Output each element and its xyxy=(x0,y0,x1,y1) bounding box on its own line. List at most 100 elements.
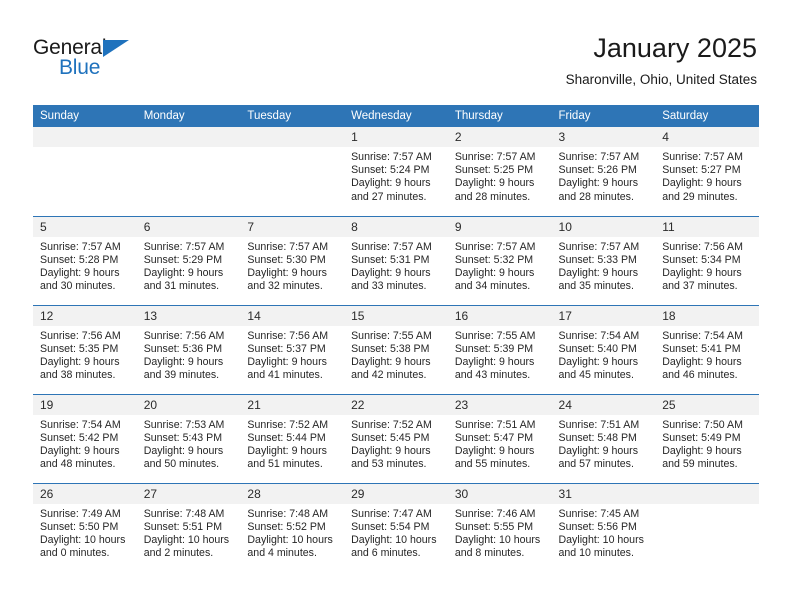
daylight-text-line2: and 37 minutes. xyxy=(662,280,738,293)
daylight-text-line1: Daylight: 9 hours xyxy=(143,355,224,368)
daylight-text-line1: Daylight: 9 hours xyxy=(454,355,535,368)
calendar-day-cell[interactable]: 15 Sunrise: 7:55 AM Sunset: 5:38 PM Dayligh… xyxy=(344,304,448,394)
daylight-text-line2: and 33 minutes. xyxy=(351,280,427,293)
day-details: Sunrise: 7:51 AM Sunset: 5:48 PM Daylight:… xyxy=(552,415,656,472)
calendar-day-cell[interactable]: 18 Sunrise: 7:54 AM Sunset: 5:41 PM Dayligh… xyxy=(655,304,759,394)
sunset-text: Sunset: 5:29 PM xyxy=(143,253,223,266)
day-number: 7 xyxy=(240,216,345,237)
calendar-day-cell[interactable]: 30 Sunrise: 7:46 AM Sunset: 5:55 PM Dayligh… xyxy=(447,482,552,572)
daylight-text-line1: Daylight: 9 hours xyxy=(558,444,639,457)
day-number: 17 xyxy=(551,305,656,326)
daylight-text-line2: and 4 minutes. xyxy=(247,547,317,560)
calendar-day-cell[interactable]: 21 Sunrise: 7:52 AM Sunset: 5:44 PM Dayligh… xyxy=(240,393,345,483)
sunset-text: Sunset: 5:26 PM xyxy=(558,164,637,177)
daylight-text-line2: and 31 minutes. xyxy=(143,280,220,293)
daylight-text-line2: and 41 minutes. xyxy=(247,369,323,382)
sunset-text: Sunset: 5:40 PM xyxy=(558,342,637,355)
day-details: Sunrise: 7:55 AM Sunset: 5:38 PM Daylight:… xyxy=(344,326,448,383)
sunrise-text: Sunrise: 7:57 AM xyxy=(558,151,640,163)
sunrise-text: Sunrise: 7:47 AM xyxy=(351,507,432,520)
day-details: Sunrise: 7:55 AM Sunset: 5:39 PM Daylight:… xyxy=(448,326,552,383)
daylight-text-line1: Daylight: 9 hours xyxy=(40,266,120,279)
day-details: Sunrise: 7:45 AM Sunset: 5:56 PM Daylight:… xyxy=(552,504,656,561)
calendar-day-cell[interactable]: 5 Sunrise: 7:57 AM Sunset: 5:28 PM Daylight… xyxy=(33,215,137,305)
daylight-text-line1: Daylight: 10 hours xyxy=(143,533,230,546)
daylight-text-line1: Daylight: 10 hours xyxy=(454,533,541,546)
calendar-day-cell[interactable]: 4 Sunrise: 7:57 AM Sunset: 5:27 PM Daylight… xyxy=(655,127,759,216)
daylight-text-line2: and 28 minutes. xyxy=(558,190,634,203)
daylight-text-line2: and 43 minutes. xyxy=(454,369,531,382)
calendar-day-cell[interactable]: 24 Sunrise: 7:51 AM Sunset: 5:48 PM Dayligh… xyxy=(551,393,656,483)
sunrise-sunset-calendar: Sunday Monday Tuesday Wednesday Thursday… xyxy=(33,105,759,572)
calendar-day-cell[interactable]: 7 Sunrise: 7:57 AM Sunset: 5:30 PM Daylight… xyxy=(240,215,345,305)
day-number: 1 xyxy=(344,127,448,147)
sunrise-text: Sunrise: 7:51 AM xyxy=(454,418,536,431)
day-details: Sunrise: 7:57 AM Sunset: 5:33 PM Daylight:… xyxy=(552,237,656,294)
calendar-day-cell[interactable]: 8 Sunrise: 7:57 AM Sunset: 5:31 PM Daylight… xyxy=(344,215,448,305)
calendar-day-cell[interactable]: 9 Sunrise: 7:57 AM Sunset: 5:32 PM Daylight… xyxy=(447,215,552,305)
calendar-week-row: 12 Sunrise: 7:56 AM Sunset: 5:35 PM Dayligh… xyxy=(33,304,759,394)
sunrise-text: Sunrise: 7:54 AM xyxy=(662,329,743,342)
daylight-text-line1: Daylight: 10 hours xyxy=(558,533,644,546)
calendar-day-cell[interactable]: 12 Sunrise: 7:56 AM Sunset: 5:35 PM Dayligh… xyxy=(33,304,137,394)
calendar-day-cell[interactable]: 29 Sunrise: 7:47 AM Sunset: 5:54 PM Dayligh… xyxy=(344,482,448,572)
daylight-text-line2: and 38 minutes. xyxy=(40,369,116,382)
sunset-text: Sunset: 5:44 PM xyxy=(247,431,326,444)
calendar-day-cell[interactable]: 27 Sunrise: 7:48 AM Sunset: 5:51 PM Dayligh… xyxy=(136,482,241,572)
calendar-day-cell[interactable]: 10 Sunrise: 7:57 AM Sunset: 5:33 PM Dayligh… xyxy=(551,215,656,305)
day-number: 4 xyxy=(655,127,759,147)
calendar-day-cell[interactable]: 6 Sunrise: 7:57 AM Sunset: 5:29 PM Daylight… xyxy=(136,215,241,305)
day-number xyxy=(655,483,759,504)
daylight-text-line1: Daylight: 10 hours xyxy=(247,533,333,546)
day-details: Sunrise: 7:56 AM Sunset: 5:36 PM Daylight:… xyxy=(137,326,241,383)
calendar-day-cell[interactable]: 14 Sunrise: 7:56 AM Sunset: 5:37 PM Dayligh… xyxy=(240,304,345,394)
day-number: 10 xyxy=(551,216,656,237)
sunset-text: Sunset: 5:28 PM xyxy=(40,253,119,266)
calendar-day-cell[interactable]: 26 Sunrise: 7:49 AM Sunset: 5:50 PM Dayligh… xyxy=(33,482,137,572)
weekday-header-row: Sunday Monday Tuesday Wednesday Thursday… xyxy=(33,105,759,127)
calendar-day-cell[interactable]: 19 Sunrise: 7:54 AM Sunset: 5:42 PM Dayligh… xyxy=(33,393,137,483)
calendar-week-row: 19 Sunrise: 7:54 AM Sunset: 5:42 PM Dayligh… xyxy=(33,393,759,483)
daylight-text-line2: and 45 minutes. xyxy=(558,369,634,382)
day-details: Sunrise: 7:57 AM Sunset: 5:29 PM Daylight:… xyxy=(137,237,241,294)
calendar-day-cell[interactable]: 20 Sunrise: 7:53 AM Sunset: 5:43 PM Dayligh… xyxy=(136,393,241,483)
calendar-day-cell[interactable]: 23 Sunrise: 7:51 AM Sunset: 5:47 PM Dayligh… xyxy=(447,393,552,483)
sunrise-text: Sunrise: 7:56 AM xyxy=(247,329,329,342)
sunset-text: Sunset: 5:41 PM xyxy=(662,342,741,355)
calendar-day-cell[interactable]: 22 Sunrise: 7:52 AM Sunset: 5:45 PM Dayligh… xyxy=(344,393,448,483)
day-number: 12 xyxy=(33,305,137,326)
sunset-text: Sunset: 5:54 PM xyxy=(351,520,430,533)
daylight-text-line2: and 29 minutes. xyxy=(662,190,738,203)
daylight-text-line1: Daylight: 9 hours xyxy=(662,444,742,457)
calendar-day-cell[interactable]: 2 Sunrise: 7:57 AM Sunset: 5:25 PM Daylight… xyxy=(447,127,552,216)
daylight-text-line2: and 53 minutes. xyxy=(351,458,427,471)
calendar-day-cell[interactable]: 17 Sunrise: 7:54 AM Sunset: 5:40 PM Dayligh… xyxy=(551,304,656,394)
sunset-text: Sunset: 5:42 PM xyxy=(40,431,119,444)
sunrise-text: Sunrise: 7:57 AM xyxy=(247,240,329,253)
sunrise-text: Sunrise: 7:56 AM xyxy=(143,329,225,342)
calendar-day-cell[interactable]: 13 Sunrise: 7:56 AM Sunset: 5:36 PM Dayligh… xyxy=(136,304,241,394)
location-subtitle: Sharonville, Ohio, United States xyxy=(565,72,757,87)
calendar-day-cell[interactable]: 25 Sunrise: 7:50 AM Sunset: 5:49 PM Dayligh… xyxy=(655,393,759,483)
daylight-text-line2: and 8 minutes. xyxy=(454,547,525,560)
sunrise-text: Sunrise: 7:55 AM xyxy=(351,329,432,342)
day-details: Sunrise: 7:47 AM Sunset: 5:54 PM Daylight:… xyxy=(344,504,448,561)
day-number: 22 xyxy=(344,394,448,415)
calendar-day-cell[interactable]: 11 Sunrise: 7:56 AM Sunset: 5:34 PM Dayligh… xyxy=(655,215,759,305)
daylight-text-line2: and 59 minutes. xyxy=(662,458,738,471)
calendar-day-cell[interactable]: 16 Sunrise: 7:55 AM Sunset: 5:39 PM Dayligh… xyxy=(447,304,552,394)
calendar-day-cell[interactable]: 3 Sunrise: 7:57 AM Sunset: 5:26 PM Daylight… xyxy=(551,127,656,216)
daylight-text-line1: Daylight: 9 hours xyxy=(351,444,431,457)
day-details: Sunrise: 7:48 AM Sunset: 5:51 PM Daylight:… xyxy=(137,504,241,561)
day-details: Sunrise: 7:56 AM Sunset: 5:35 PM Daylight:… xyxy=(33,326,137,383)
calendar-cell-empty xyxy=(33,127,137,216)
sunrise-text: Sunrise: 7:57 AM xyxy=(558,240,640,253)
calendar-day-cell[interactable]: 31 Sunrise: 7:45 AM Sunset: 5:56 PM Dayligh… xyxy=(551,482,656,572)
calendar-week-row: 5 Sunrise: 7:57 AM Sunset: 5:28 PM Daylight… xyxy=(33,215,759,305)
calendar-day-cell[interactable]: 1 Sunrise: 7:57 AM Sunset: 5:24 PM Daylight… xyxy=(344,127,448,216)
column-header-friday: Friday xyxy=(551,105,656,127)
column-header-saturday: Saturday xyxy=(655,105,759,127)
sunrise-text: Sunrise: 7:57 AM xyxy=(40,240,121,253)
calendar-day-cell[interactable]: 28 Sunrise: 7:48 AM Sunset: 5:52 PM Dayligh… xyxy=(240,482,345,572)
sunrise-text: Sunrise: 7:54 AM xyxy=(40,418,121,431)
